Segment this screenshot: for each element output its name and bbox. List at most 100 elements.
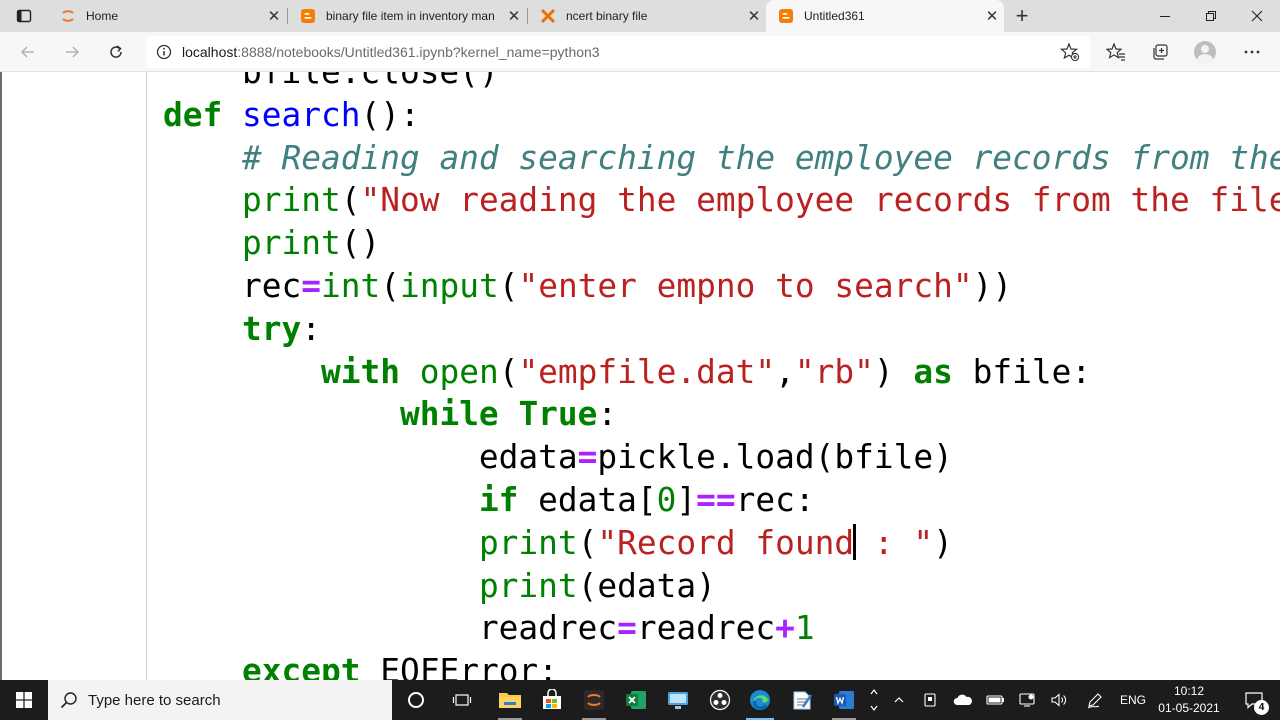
code-token: ( <box>380 266 400 305</box>
search-icon <box>60 691 80 709</box>
blogger-icon <box>300 8 316 24</box>
code-token: search <box>242 95 361 134</box>
tab-title: ncert binary file <box>566 9 648 23</box>
ncert-icon <box>540 8 556 24</box>
code-token: = <box>301 266 321 305</box>
code-token: "Now reading the employee records from t… <box>360 181 1280 220</box>
window-left-edge <box>0 72 2 680</box>
file-explorer-icon[interactable] <box>490 680 530 720</box>
profile-avatar[interactable] <box>1194 41 1216 63</box>
pen-workspace-icon[interactable] <box>1082 680 1108 720</box>
code-line: print() <box>163 222 1280 265</box>
code-token: ] <box>676 480 697 519</box>
minimize-button[interactable] <box>1142 0 1188 32</box>
code-token: : <box>597 395 618 434</box>
windows-start-button[interactable] <box>0 680 48 720</box>
battery-icon[interactable] <box>982 680 1008 720</box>
onedrive-icon[interactable] <box>950 680 976 720</box>
new-tab-button[interactable]: + <box>1008 3 1036 29</box>
close-tab-icon[interactable]: ✕ <box>502 4 526 28</box>
url-text: localhost:8888/notebooks/Untitled361.ipy… <box>182 44 600 60</box>
code-token: "Record found <box>597 523 855 562</box>
code-token: print <box>241 181 341 220</box>
close-window-button[interactable] <box>1234 0 1280 32</box>
blogger-icon <box>778 8 794 24</box>
tab-untitled361[interactable]: Untitled361 ✕ <box>766 0 1004 32</box>
cortana-icon[interactable] <box>396 680 436 720</box>
code-line: def search(): <box>163 94 1280 137</box>
code-line: if edata[0]==rec: <box>163 479 1280 522</box>
code-line: with open("empfile.dat","rb") as bfile: <box>163 351 1280 394</box>
microsoft-store-icon[interactable] <box>532 680 572 720</box>
code-token: 0 <box>656 480 677 519</box>
refresh-button[interactable] <box>100 36 132 68</box>
tab-binary-file-item[interactable]: binary file item in inventory man ✕ <box>288 0 526 32</box>
task-view-icon[interactable] <box>442 680 482 720</box>
edge-browser-icon[interactable] <box>740 680 780 720</box>
code-token: (): <box>360 95 420 134</box>
close-tab-icon[interactable]: ✕ <box>742 4 766 28</box>
code-token: True <box>518 395 598 434</box>
word-icon[interactable] <box>824 680 864 720</box>
code-token: == <box>696 480 736 519</box>
restore-button[interactable] <box>1188 0 1234 32</box>
obs-studio-icon[interactable] <box>700 680 740 720</box>
code-token: = <box>617 609 637 648</box>
code-line: print("Now reading the employee records … <box>163 179 1280 222</box>
show-hidden-icons[interactable] <box>888 680 910 720</box>
code-token: readrec <box>163 609 618 648</box>
code-token: "rb" <box>794 352 874 391</box>
code-token: bfile: <box>952 352 1092 391</box>
code-token: EOFError <box>380 652 539 680</box>
code-token: try <box>241 309 302 348</box>
address-bar[interactable]: localhost:8888/notebooks/Untitled361.ipy… <box>146 36 1090 68</box>
code-token: + <box>775 609 795 648</box>
code-token: if <box>478 480 519 519</box>
remote-desktop-icon[interactable] <box>658 680 698 720</box>
forward-button[interactable] <box>56 36 88 68</box>
code-token: except <box>241 652 361 680</box>
code-token: print <box>478 523 578 562</box>
device-icon[interactable] <box>918 680 942 720</box>
code-token: def <box>163 95 223 134</box>
code-token: edata[ <box>518 480 657 519</box>
more-options-icon[interactable] <box>1240 40 1264 64</box>
code-line: # Reading and searching the employee rec… <box>163 137 1280 180</box>
code-cell-editor[interactable]: bfile.close() def search(): # Reading and… <box>163 72 1280 680</box>
tab-title: Untitled361 <box>804 9 865 23</box>
notepad-icon[interactable] <box>782 680 822 720</box>
jupyter-app-icon[interactable] <box>574 680 614 720</box>
volume-icon[interactable] <box>1046 680 1072 720</box>
code-line: rec=int(input("enter empno to search")) <box>163 265 1280 308</box>
tab-home[interactable]: Home ✕ <box>48 0 286 32</box>
network-icon[interactable] <box>1014 680 1040 720</box>
taskbar-search-box[interactable]: Type here to search <box>48 680 392 720</box>
action-center-icon[interactable]: 4 <box>1234 680 1274 720</box>
add-favorite-icon[interactable] <box>1059 42 1080 62</box>
tab-title: Home <box>86 9 119 23</box>
code-token: int <box>320 266 381 305</box>
code-line: bfile.close() <box>163 72 1280 94</box>
taskbar-scroll-icon[interactable] <box>864 680 884 720</box>
close-tab-icon[interactable]: ✕ <box>980 4 1004 28</box>
close-tab-icon[interactable]: ✕ <box>262 4 286 28</box>
excel-icon[interactable] <box>616 680 656 720</box>
code-token: pickle.load(bfile) <box>597 438 953 477</box>
tab-ncert-binary-file[interactable]: ncert binary file ✕ <box>528 0 766 32</box>
url-path: :8888/notebooks/Untitled361.ipynb?kernel… <box>237 44 600 60</box>
back-button[interactable] <box>12 36 44 68</box>
collections-icon[interactable] <box>1148 40 1172 64</box>
code-token: rec: <box>735 480 815 519</box>
system-clock[interactable]: 10:12 01-05-2021 <box>1152 680 1226 720</box>
language-indicator[interactable]: ENG <box>1114 680 1152 720</box>
tab-actions-icon[interactable] <box>8 4 40 28</box>
favorites-icon[interactable] <box>1104 40 1128 64</box>
browser-toolbar: localhost:8888/notebooks/Untitled361.ipy… <box>0 32 1280 72</box>
code-token: ( <box>498 266 519 305</box>
site-info-icon[interactable] <box>156 44 182 60</box>
